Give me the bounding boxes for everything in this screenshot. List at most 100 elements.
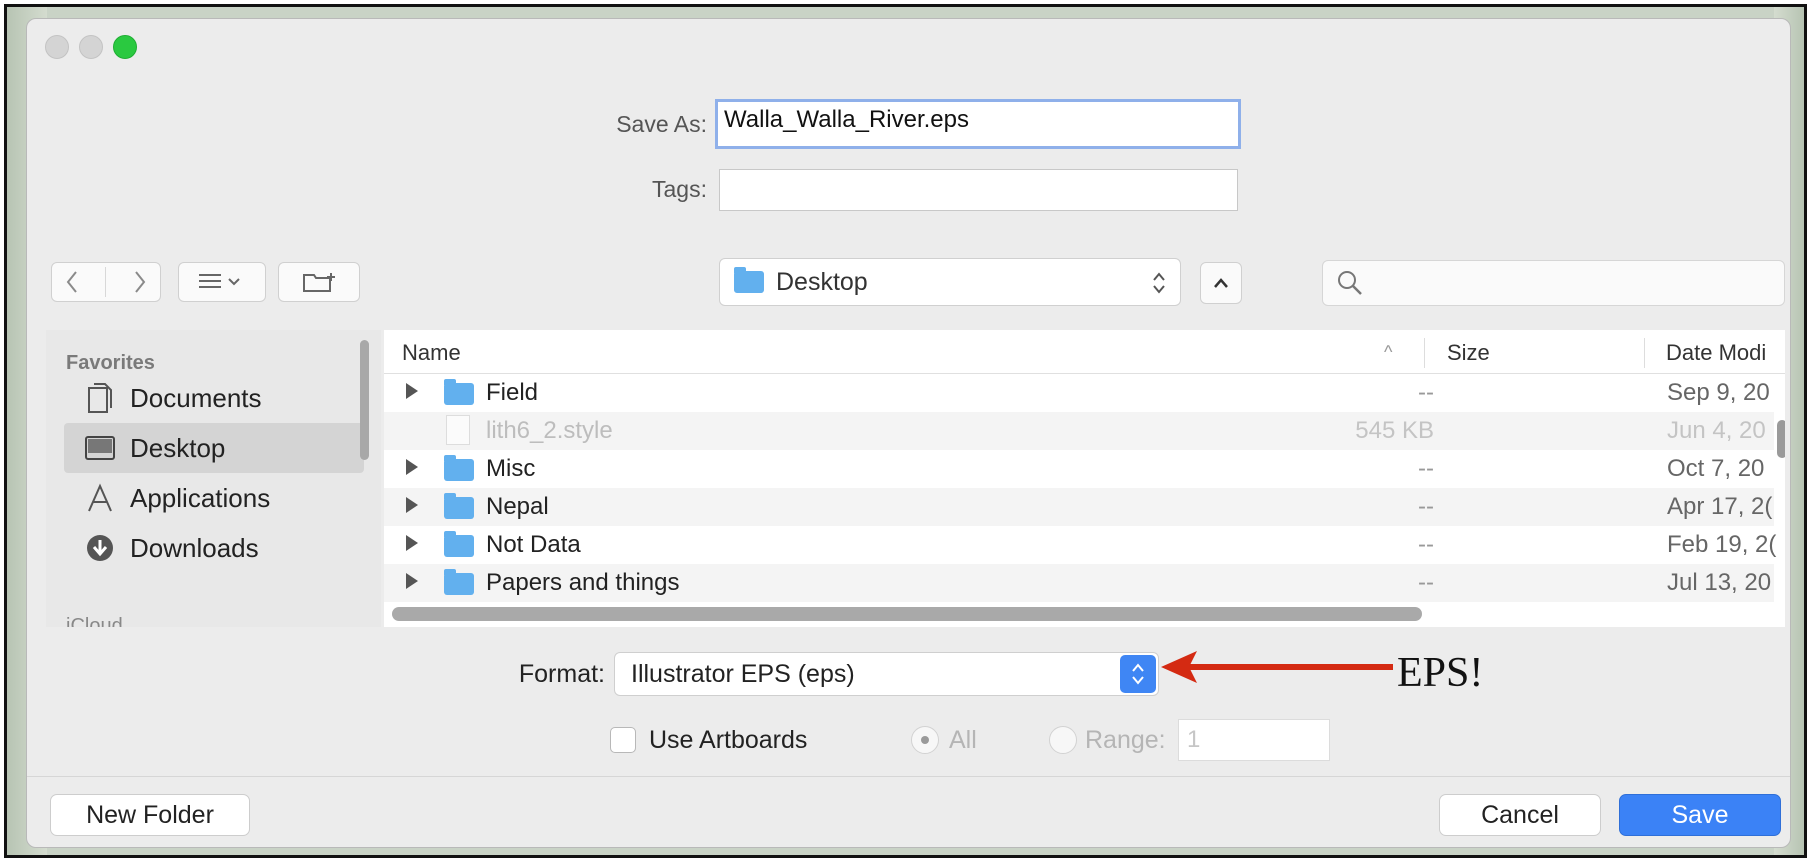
format-popup[interactable]: Illustrator EPS (eps) [614,652,1159,696]
new-folder-button[interactable]: New Folder [50,794,250,836]
file-date: Apr 17, 2( [1667,493,1773,520]
file-date: Jul 13, 20 [1667,569,1772,596]
screenshot-frame: Save As: Walla_Walla_River.eps Tags: Des… [4,4,1807,858]
save-as-label: Save As: [616,111,707,137]
chevron-right-icon [135,271,146,293]
column-header-size[interactable]: Size [1447,340,1490,366]
all-radio[interactable] [911,726,939,754]
save-options: Format: Illustrator EPS (eps) Use Artboa… [27,627,1790,777]
divider [105,267,107,297]
range-radio[interactable] [1049,726,1077,754]
chevron-updown-icon [1132,663,1144,685]
save-button[interactable]: Save [1619,794,1781,836]
new-folder-toolbar-button[interactable] [278,262,360,302]
back-forward-control [51,262,161,302]
annotation-label: EPS! [1397,650,1484,696]
tags-label: Tags: [652,176,707,202]
disclosure-triangle-icon[interactable] [406,573,418,589]
file-name: lith6_2.style [486,417,613,444]
save-dialog: Save As: Walla_Walla_River.eps Tags: Des… [26,18,1791,848]
save-as-field[interactable]: Walla_Walla_River.eps [715,99,1241,149]
disclosure-triangle-icon[interactable] [406,459,418,475]
list-item[interactable]: Nepal -- Apr 17, 2( [384,488,1774,526]
format-value: Illustrator EPS (eps) [631,660,855,688]
list-item[interactable]: Not Data -- Feb 19, 2( [384,526,1777,564]
file-name: Misc [486,455,536,482]
column-header-date[interactable]: Date Modi [1666,340,1766,366]
column-divider[interactable] [1424,338,1425,368]
documents-icon [84,382,116,414]
file-date: Feb 19, 2( [1667,531,1777,558]
file-size: 545 KB [1355,417,1434,444]
search-icon [1338,271,1362,295]
file-name: Field [486,379,539,406]
radio-dot [921,736,929,744]
sidebar: Favorites Documents Desktop Applications [46,330,381,627]
disclosure-triangle-icon[interactable] [406,535,418,551]
expand-collapse-button[interactable] [1200,262,1242,304]
zoom-window-button[interactable] [113,35,137,59]
folder-icon [444,455,474,481]
column-divider[interactable] [1644,338,1645,368]
sidebar-item-label: Documents [130,382,262,413]
sidebar-item-label: Desktop [130,432,226,463]
list-view-icon [199,274,240,288]
folder-icon [444,531,474,557]
sort-ascending-icon: ^ [1384,342,1393,362]
column-header-name[interactable]: Name [402,340,461,366]
back-button[interactable] [65,270,79,294]
file-name: Papers and things [486,569,680,596]
tags-field[interactable] [719,169,1238,211]
range-label: Range: [1085,726,1166,754]
search-field[interactable] [1322,260,1785,306]
list-item[interactable]: Misc -- Oct 7, 20 [384,450,1774,488]
location-popup[interactable]: Desktop [719,258,1181,306]
file-date: Oct 7, 20 [1667,455,1765,482]
use-artboards-checkbox[interactable] [610,727,636,753]
file-size: -- [1418,455,1434,482]
list-item[interactable]: Field -- Sep 9, 20 [384,374,1774,412]
chevron-updown-icon [1153,272,1165,294]
forward-button[interactable] [133,270,147,294]
file-size: -- [1418,569,1434,596]
file-date: Sep 9, 20 [1667,379,1770,406]
location-label: Desktop [776,267,868,296]
file-size: -- [1418,379,1434,406]
sidebar-item-applications[interactable]: Applications [64,473,364,523]
minimize-window-button[interactable] [79,35,103,59]
close-window-button[interactable] [45,35,69,59]
sidebar-item-label: Applications [130,482,271,513]
divider [27,776,1790,777]
format-label: Format: [518,660,605,688]
vertical-scrollbar[interactable] [1777,420,1785,458]
cancel-button[interactable]: Cancel [1439,794,1601,836]
file-name: Nepal [486,493,549,520]
list-header: Name ^ Size Date Modi [384,330,1785,374]
sidebar-heading-icloud: iCloud [66,615,123,627]
chevron-left-icon [66,271,77,293]
document-icon [446,415,470,445]
sidebar-scrollbar[interactable] [360,340,369,460]
disclosure-triangle-icon[interactable] [406,383,418,399]
list-item[interactable]: Papers and things -- Jul 13, 20 [384,564,1774,602]
disclosure-triangle-icon[interactable] [406,497,418,513]
applications-icon [84,482,116,514]
file-list: Name ^ Size Date Modi Field -- Sep 9, 20… [384,330,1785,627]
chevron-up-icon [1214,278,1228,288]
format-stepper[interactable] [1120,655,1156,693]
sidebar-item-downloads[interactable]: Downloads [64,523,364,573]
file-size: -- [1418,531,1434,558]
sidebar-item-documents[interactable]: Documents [64,373,364,423]
folder-icon [734,267,764,293]
desktop-icon [84,432,116,464]
view-options-button[interactable] [178,262,266,302]
horizontal-scrollbar[interactable] [392,607,1422,621]
all-label: All [949,726,977,754]
file-size: -- [1418,493,1434,520]
sidebar-item-label: Downloads [130,532,259,563]
use-artboards-label: Use Artboards [649,726,808,754]
folder-icon [444,569,474,595]
range-field[interactable]: 1 [1178,719,1330,761]
file-date: Jun 4, 20 [1667,417,1766,444]
sidebar-item-desktop[interactable]: Desktop [64,423,364,473]
